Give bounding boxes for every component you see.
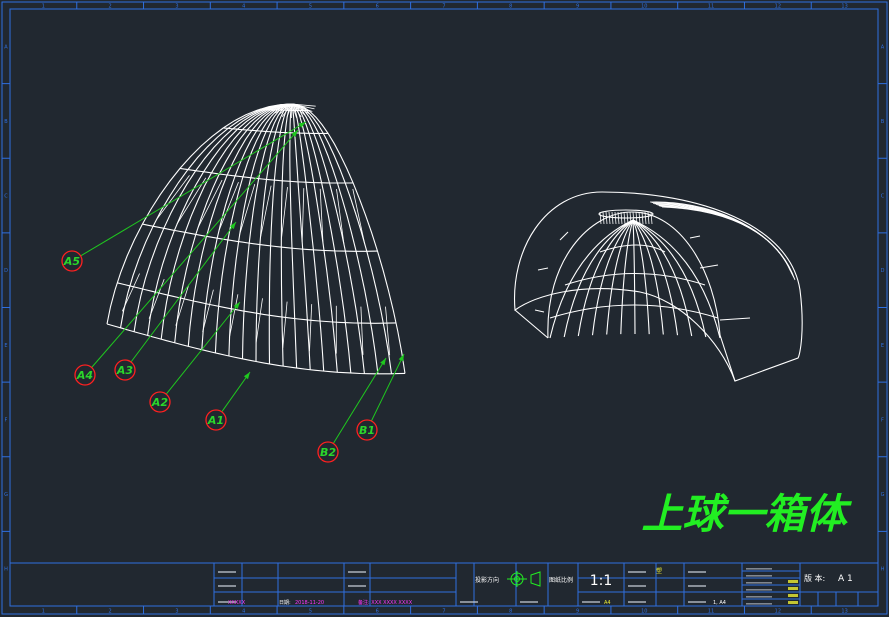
frame-mark-bottom: 2 [109, 609, 112, 615]
frame-mark-top: 2 [109, 4, 112, 10]
frame-mark-bottom: 6 [376, 609, 379, 615]
title-block-field-label [628, 601, 646, 603]
frame-mark-bottom: 9 [576, 609, 579, 615]
projection-label: 投影方向 [475, 576, 499, 584]
frame-mark-bottom: 11 [708, 609, 714, 615]
title-block-field-label [746, 596, 772, 598]
material-value: 塑 [656, 567, 662, 575]
title-block-field-value [788, 601, 798, 604]
title-block-field-label [218, 571, 236, 573]
designer-value: XXXXX [228, 600, 246, 606]
title-block-field-value [788, 587, 798, 590]
frame-mark-top: 5 [309, 4, 312, 10]
scale-value: 1:1 [590, 573, 613, 589]
frame-mark-bottom: 10 [641, 609, 647, 615]
note-text: 备注: XXX XXXX XXXX [358, 599, 413, 606]
frame-mark-right: H [881, 567, 885, 573]
title-block-field-label [628, 571, 646, 573]
title-block-field-label [746, 575, 772, 577]
scale-label: 图纸比例 [549, 576, 573, 584]
frame-mark-right: D [881, 268, 885, 274]
cad-drawing-canvas: 1122334455667788991010111112121313A AB BC C… [0, 0, 889, 617]
frame-mark-left: A [4, 44, 8, 50]
frame-mark-top: 1 [42, 4, 45, 10]
title-block-field-label [746, 582, 772, 584]
frame-mark-top: 12 [775, 4, 781, 10]
version-value: A 1 [838, 574, 853, 584]
title-block-field-label [688, 585, 706, 587]
frame-mark-top: 9 [576, 4, 579, 10]
callout-label: A2 [151, 396, 169, 409]
title-block-field-label [688, 571, 706, 573]
title-block-field-value [788, 580, 798, 583]
callout-label: A5 [63, 255, 81, 268]
size-value: A4 [604, 600, 611, 606]
title-block-field-value [788, 594, 798, 597]
frame-mark-top: 10 [641, 4, 647, 10]
frame-mark-left: B [4, 119, 8, 125]
frame-mark-left: H [4, 567, 8, 573]
frame-mark-right: B [881, 119, 885, 125]
frame-mark-bottom: 3 [175, 609, 178, 615]
title-block-field-label [460, 601, 478, 603]
title-block-field-label [348, 585, 366, 587]
frame-mark-bottom: 5 [309, 609, 312, 615]
sheet-value: 1, A4 [713, 600, 726, 606]
frame-mark-bottom: 4 [242, 609, 245, 615]
callout-label: B1 [359, 424, 375, 437]
title-block-field-label [746, 589, 772, 591]
frame-mark-right: C [881, 194, 885, 200]
callout-label: B2 [320, 446, 336, 459]
frame-mark-bottom: 12 [775, 609, 781, 615]
frame-mark-left: C [4, 194, 8, 200]
frame-mark-right: E [881, 343, 884, 349]
frame-mark-top: 3 [175, 4, 178, 10]
title-block-field-label [520, 601, 538, 603]
frame-mark-bottom: 13 [841, 609, 847, 615]
title-block-field-label [628, 585, 646, 587]
title-block-field-label [746, 568, 772, 570]
title-block-field-label [582, 601, 600, 603]
title-block-field-label [688, 601, 706, 603]
frame-mark-bottom: 8 [509, 609, 512, 615]
callout-label: A4 [76, 369, 93, 382]
frame-mark-left: G [4, 492, 8, 498]
frame-mark-bottom: 7 [442, 609, 445, 615]
title-block-field-label [746, 603, 772, 605]
date-value: 2018-11-20 [295, 600, 324, 606]
frame-mark-left: D [4, 268, 8, 274]
frame-mark-right: G [881, 492, 885, 498]
frame-mark-right: A [881, 44, 885, 50]
title-block-field-label [348, 571, 366, 573]
title-block-field-label [218, 585, 236, 587]
frame-mark-right: F [881, 417, 884, 423]
callout-label: A3 [116, 364, 134, 377]
frame-mark-top: 8 [509, 4, 512, 10]
frame-mark-top: 13 [841, 4, 847, 10]
frame-mark-top: 7 [442, 4, 445, 10]
frame-mark-bottom: 1 [42, 609, 45, 615]
frame-mark-top: 6 [376, 4, 379, 10]
drawing-title: 上球一箱体 [642, 490, 853, 538]
frame-mark-left: E [4, 343, 7, 349]
date-label: 日期: [279, 600, 291, 606]
frame-mark-left: F [5, 417, 8, 423]
frame-mark-top: 11 [708, 4, 714, 10]
version-label: 版 本: [804, 573, 825, 583]
frame-mark-top: 4 [242, 4, 245, 10]
callout-label: A1 [207, 414, 224, 427]
